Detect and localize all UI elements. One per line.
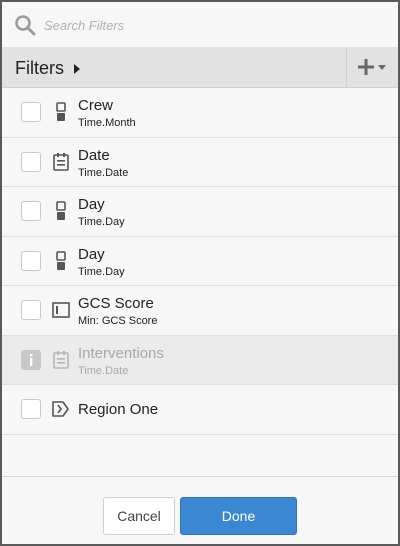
filter-row[interactable]: Crew Time.Month (2, 88, 398, 138)
filter-checkbox[interactable] (21, 300, 41, 320)
filter-subtitle: Time.Date (78, 166, 129, 179)
filter-name: Region One (78, 401, 159, 418)
filter-checkbox[interactable] (21, 151, 41, 172)
dialog-footer: Cancel Done (2, 476, 398, 544)
filter-checkbox[interactable] (21, 399, 41, 419)
filter-name: Day (78, 196, 105, 213)
time-icon (51, 102, 71, 122)
calendar-icon (51, 152, 71, 172)
time-icon (51, 201, 71, 221)
filters-panel: Filters Crew Time.Month Date Time.Date Day Ti… (0, 0, 400, 546)
filter-row[interactable]: GCS Score Min: GCS Score (2, 286, 398, 336)
filter-name: Date (78, 146, 110, 164)
caret-down-icon (378, 65, 386, 70)
plus-icon (358, 59, 374, 75)
filter-row[interactable]: Day Time.Day (2, 236, 398, 286)
filter-checkbox[interactable] (21, 250, 41, 271)
filter-name: GCS Score (78, 295, 154, 312)
filter-subtitle: Time.Date (78, 364, 129, 377)
filter-row[interactable]: Region One (2, 385, 398, 435)
filter-name: Day (78, 245, 105, 263)
done-button[interactable]: Done (180, 497, 297, 535)
filter-name: Interventions (78, 344, 164, 362)
time-icon (51, 250, 71, 271)
filter-subtitle: Time.Month (78, 117, 136, 129)
filter-row[interactable]: Date Time.Date (2, 137, 398, 187)
search-bar (2, 2, 398, 48)
filter-subtitle: Time.Day (78, 216, 125, 228)
filter-checkbox[interactable] (21, 201, 41, 221)
calendar-icon (51, 350, 71, 370)
search-icon (15, 15, 36, 36)
search-input[interactable] (44, 13, 374, 37)
filter-list: Crew Time.Month Date Time.Date Day Time.Day Da… (2, 88, 398, 435)
caret-right-icon[interactable] (73, 64, 81, 74)
filter-subtitle: Min: GCS Score (78, 315, 158, 327)
add-filter-button[interactable] (346, 48, 398, 87)
filter-row: Interventions Time.Date (2, 335, 398, 385)
cancel-button[interactable]: Cancel (103, 497, 175, 535)
filters-title[interactable]: Filters (15, 58, 64, 79)
info-icon (21, 349, 41, 370)
filter-name: Crew (78, 97, 114, 114)
hierarchy-icon (51, 399, 71, 419)
filter-row[interactable]: Day Time.Day (2, 187, 398, 237)
filters-header: Filters (2, 48, 398, 88)
measure-icon (51, 300, 71, 320)
filter-subtitle: Time.Day (78, 265, 125, 278)
filter-checkbox[interactable] (21, 102, 41, 122)
